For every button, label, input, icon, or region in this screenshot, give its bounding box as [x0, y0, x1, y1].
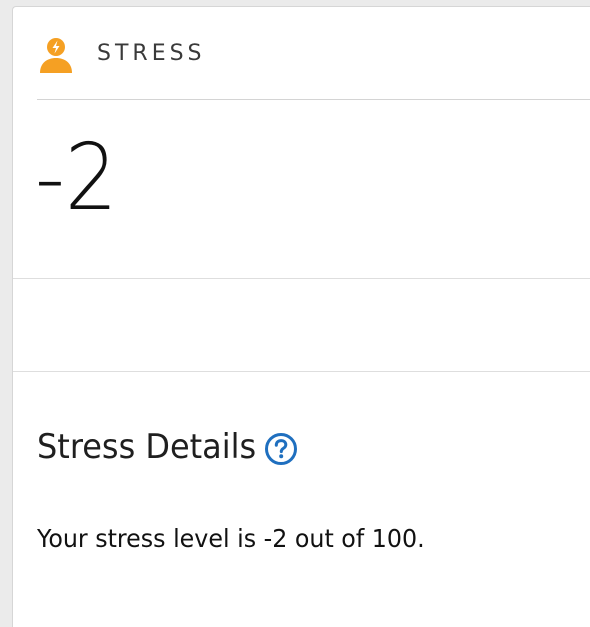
card-header: STRESS	[37, 7, 590, 100]
card-title: STRESS	[97, 41, 206, 66]
stressed-person-icon	[37, 37, 75, 73]
details-heading-label: Stress Details	[37, 427, 257, 467]
stress-value: -2	[35, 124, 118, 231]
stress-description: Your stress level is -2 out of 100.	[37, 524, 425, 553]
stress-card: STRESS -2 Stress Details Your stress lev…	[12, 6, 590, 627]
empty-section	[13, 279, 590, 372]
value-section: -2	[13, 100, 590, 279]
help-circle-icon[interactable]	[264, 432, 298, 466]
details-heading: Stress Details	[37, 427, 270, 467]
